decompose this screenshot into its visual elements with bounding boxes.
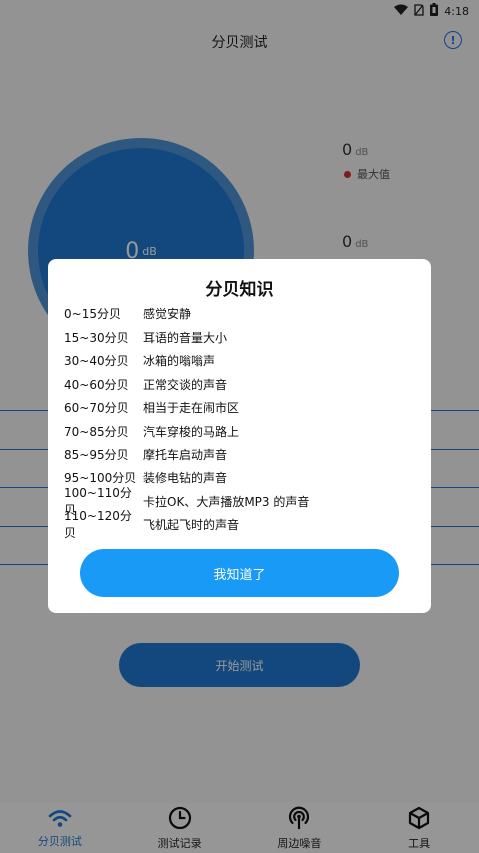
got-it-button[interactable]: 我知道了	[80, 549, 399, 597]
row-range: 40~60分贝	[64, 377, 129, 392]
list-item: 0~15分贝 感觉安静	[64, 303, 191, 323]
list-item: 60~70分贝 相当于走在闹市区	[64, 397, 239, 417]
list-item: 110~120分贝 飞机起飞时的声音	[64, 509, 240, 540]
row-desc: 装修电钻的声音	[143, 470, 228, 485]
row-range: 30~40分贝	[64, 353, 129, 368]
list-item: 40~60分贝 正常交谈的声音	[64, 374, 227, 394]
row-desc: 耳语的音量大小	[143, 330, 228, 345]
row-range: 15~30分贝	[64, 330, 129, 345]
row-range: 110~120分贝	[64, 509, 132, 540]
row-desc: 卡拉OK、大声播放MP3 的声音	[143, 494, 310, 509]
list-item: 85~95分贝 摩托车启动声音	[64, 444, 227, 464]
row-desc: 感觉安静	[143, 306, 192, 321]
list-item: 70~85分贝 汽车穿梭的马路上	[64, 421, 239, 441]
row-range: 85~95分贝	[64, 447, 129, 462]
row-range: 60~70分贝	[64, 400, 129, 415]
row-desc: 飞机起飞时的声音	[143, 517, 240, 532]
row-desc: 正常交谈的声音	[143, 377, 228, 392]
row-desc: 摩托车启动声音	[143, 447, 228, 462]
list-item: 30~40分贝 冰箱的嗡嗡声	[64, 350, 215, 370]
row-desc: 汽车穿梭的马路上	[143, 424, 240, 439]
row-range: 95~100分贝	[64, 470, 137, 485]
row-range: 70~85分贝	[64, 424, 129, 439]
row-range: 0~15分贝	[64, 306, 121, 321]
decibel-knowledge-dialog: 分贝知识 0~15分贝 感觉安静 15~30分贝 耳语的音量大小 30~40分贝…	[48, 259, 431, 613]
list-item: 15~30分贝 耳语的音量大小	[64, 327, 227, 347]
dialog-title: 分贝知识	[205, 280, 274, 300]
row-desc: 冰箱的嗡嗡声	[143, 353, 216, 368]
row-desc: 相当于走在闹市区	[143, 400, 240, 415]
